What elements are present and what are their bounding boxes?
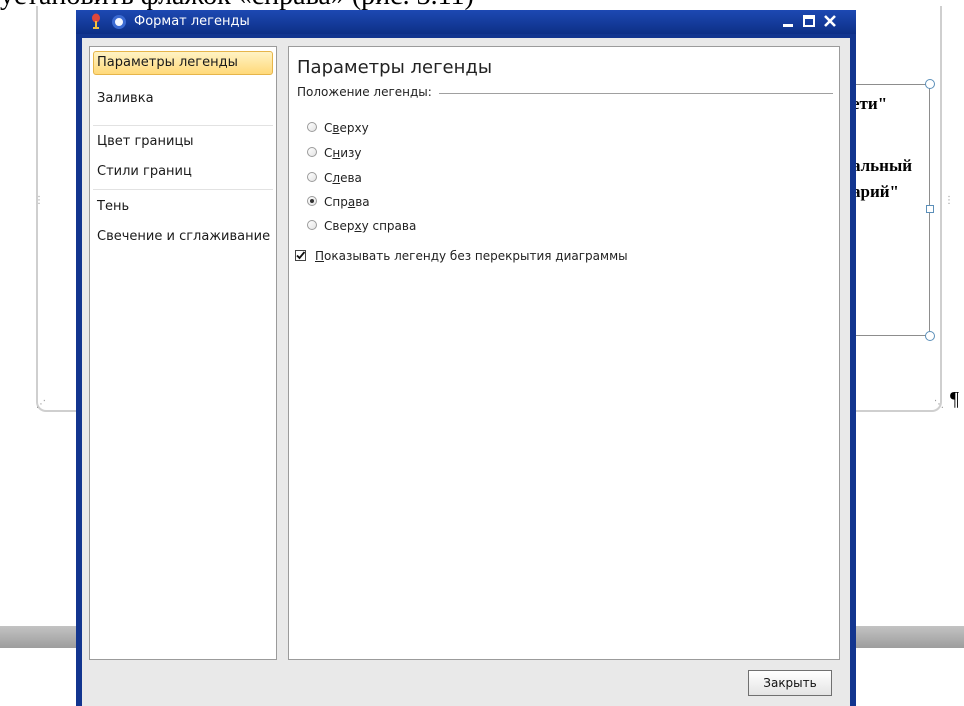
- legend-text-line: ети": [852, 94, 888, 113]
- chart-app-icon: [92, 13, 100, 29]
- maximize-icon[interactable]: [801, 13, 817, 29]
- category-nav: Параметры легенды Заливка Цвет границы С…: [89, 46, 277, 660]
- nav-item-fill[interactable]: Заливка: [93, 87, 273, 111]
- frame-grip-left-icon[interactable]: ⋮: [34, 196, 44, 206]
- nav-item-border-color[interactable]: Цвет границы: [93, 130, 273, 154]
- radio-label: Сверху: [324, 121, 369, 135]
- frame-corner-grip-right-icon[interactable]: ⋱: [934, 400, 944, 410]
- legend-options-panel: Параметры легенды Положение легенды: Све…: [288, 46, 840, 660]
- resize-handle-icon[interactable]: [926, 205, 934, 213]
- nav-item-glow-soft-edges[interactable]: Свечение и сглаживание: [93, 225, 273, 249]
- nav-separator: [93, 189, 273, 190]
- checkmark-icon: [296, 251, 306, 260]
- legend-position-label: Положение легенды:: [297, 85, 438, 99]
- radio-button-icon[interactable]: [307, 122, 317, 132]
- screen: установить флажок «справа» (рис. 3.11) ⋮…: [0, 0, 964, 706]
- legend-text-line: арий": [852, 182, 899, 201]
- legend-text-line: альный: [852, 156, 913, 175]
- ruler-band-right: [854, 626, 964, 648]
- radio-label: Сверху справа: [324, 219, 417, 233]
- close-button[interactable]: Закрыть: [748, 670, 832, 696]
- format-legend-dialog: Формат легенды Параметры легенды Заливка…: [76, 10, 856, 706]
- ruler-band-left: [0, 626, 80, 648]
- minimize-icon[interactable]: [780, 13, 796, 29]
- frame-corner-grip-icon[interactable]: ⋰: [36, 400, 46, 410]
- nav-item-shadow[interactable]: Тень: [93, 195, 273, 219]
- checkbox-icon[interactable]: [295, 250, 306, 261]
- radio-button-icon[interactable]: [307, 220, 317, 230]
- radio-label: Справа: [324, 195, 370, 209]
- paragraph-mark: ¶: [950, 388, 960, 410]
- group-divider: [439, 93, 833, 94]
- dialog-client-area: Параметры легенды Заливка Цвет границы С…: [82, 38, 850, 706]
- resize-handle-icon[interactable]: [925, 331, 935, 341]
- radio-button-icon[interactable]: [307, 196, 317, 206]
- dialog-title-bar[interactable]: Формат легенды: [76, 10, 856, 34]
- radio-button-icon[interactable]: [307, 147, 317, 157]
- radio-label: Слева: [324, 171, 362, 185]
- radio-selected-dot: [310, 199, 314, 203]
- frame-grip-right-icon[interactable]: ⋮: [944, 196, 954, 206]
- nav-item-legend-options[interactable]: Параметры легенды: [93, 51, 273, 75]
- close-icon[interactable]: [822, 13, 838, 29]
- dialog-title: Формат легенды: [134, 14, 250, 29]
- nav-separator: [93, 125, 273, 126]
- radio-label: Снизу: [324, 146, 362, 160]
- nav-item-border-styles[interactable]: Стили границ: [93, 160, 273, 184]
- checkbox-label: Показывать легенду без перекрытия диагра…: [315, 249, 628, 263]
- resize-handle-icon[interactable]: [925, 79, 935, 89]
- radio-button-icon[interactable]: [307, 172, 317, 182]
- panel-heading: Параметры легенды: [297, 57, 493, 78]
- office-icon: [112, 15, 126, 29]
